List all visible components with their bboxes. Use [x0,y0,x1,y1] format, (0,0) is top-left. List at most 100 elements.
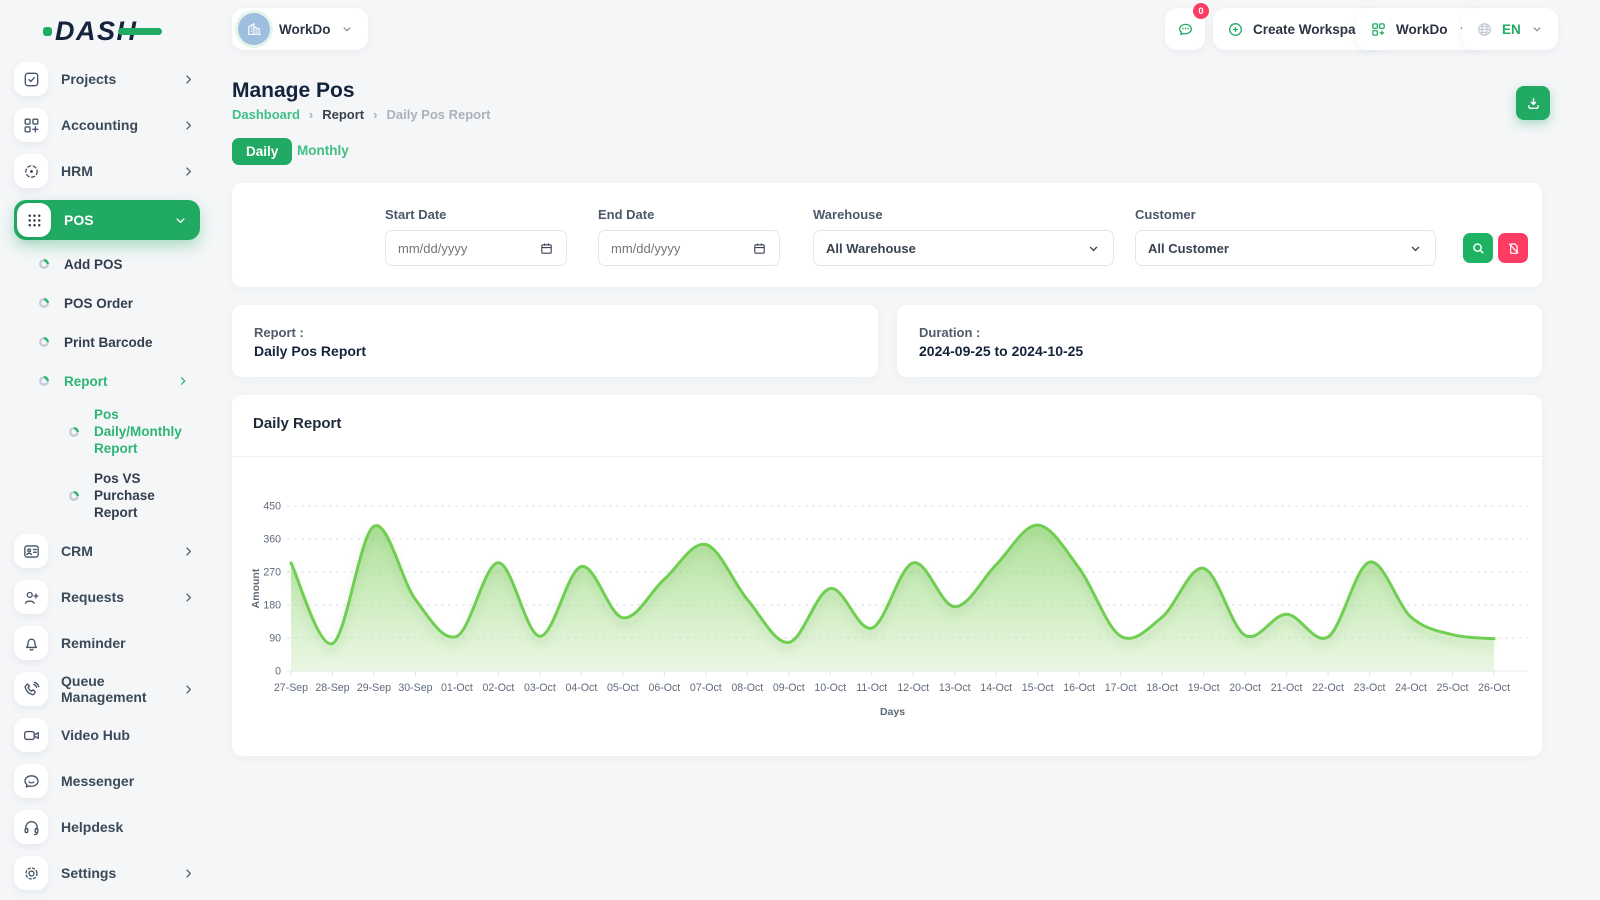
chat-icon [22,772,41,791]
export-download-button[interactable] [1516,86,1550,120]
sidebar-subitem-label: Pos VS Purchase Report [94,470,200,521]
sidebar-item-accounting[interactable]: Accounting [14,108,200,142]
sidebar-item-reminder[interactable]: Reminder [14,626,200,660]
start-date-input-wrap[interactable] [385,230,567,266]
search-button[interactable] [1463,233,1493,263]
chevron-down-icon [1530,22,1544,36]
chevron-right-icon [181,164,196,179]
sidebar-item-messenger[interactable]: Messenger [14,764,200,798]
warehouse-label: Warehouse [813,207,883,222]
chevron-down-icon [340,22,354,36]
x-tick-label: 04-Oct [565,682,597,694]
breadcrumb: Dashboard › Report › Daily Pos Report [232,107,491,122]
x-tick-label: 11-Oct [856,682,887,694]
x-tick-label: 08-Oct [731,682,763,694]
sidebar-item-label: Projects [61,71,181,87]
chevron-right-icon [181,544,196,559]
end-date-input-wrap[interactable] [598,230,780,266]
x-tick-label: 05-Oct [607,682,639,694]
tab-monthly[interactable]: Monthly [297,143,349,158]
donut-bullet-icon [38,336,50,348]
x-tick-label: 25-Oct [1437,682,1469,694]
x-tick-label: 10-Oct [814,682,846,694]
y-tick-label: 360 [263,534,281,546]
y-tick-label: 270 [263,567,281,579]
calendar-icon[interactable] [752,241,767,256]
x-tick-label: 26-Oct [1478,682,1510,694]
report-submenu: Pos Daily/Monthly Report Pos VS Purchase… [38,406,200,521]
gear-icon [22,864,41,883]
sidebar-subitem-report[interactable]: Report [38,367,200,395]
sidebar-item-crm[interactable]: CRM [14,534,200,568]
y-tick-label: 180 [263,600,281,612]
duration-label: Duration : [919,325,980,340]
divider [232,456,1542,457]
x-tick-label: 13-Oct [939,682,971,694]
tab-daily[interactable]: Daily [232,138,292,165]
sidebar-subitem-add-pos[interactable]: Add POS [38,250,200,278]
sidebar-item-settings[interactable]: Settings [14,856,200,890]
sidebar-item-hrm[interactable]: HRM [14,154,200,188]
x-tick-label: 17-Oct [1105,682,1137,694]
warehouse-select[interactable]: All Warehouse [813,230,1114,266]
sidebar-subitem-label: Report [64,373,108,390]
breadcrumb-report-link[interactable]: Report [322,107,364,122]
language-selector[interactable]: EN [1462,8,1558,50]
sidebar-item-label: HRM [61,163,181,179]
messages-count-badge: 0 [1193,3,1209,19]
sidebar-item-requests[interactable]: Requests [14,580,200,614]
sidebar-subitem-label: Add POS [64,256,123,273]
chevron-down-icon [173,213,188,228]
sidebar-item-video-hub[interactable]: Video Hub [14,718,200,752]
sidebar-item-pos[interactable]: POS [14,200,200,240]
breadcrumb-separator: › [309,107,313,122]
duration-summary-card: Duration : 2024-09-25 to 2024-10-25 [897,305,1542,377]
phone-waves-icon [22,680,41,699]
brand-logo[interactable]: DASH [55,16,138,47]
sidebar-item-projects[interactable]: Projects [14,62,200,96]
x-tick-label: 15-Oct [1022,682,1054,694]
end-date-input[interactable] [611,241,752,256]
x-tick-label: 18-Oct [1146,682,1178,694]
breadcrumb-dashboard-link[interactable]: Dashboard [232,107,300,122]
logo-bar-accent [118,28,162,35]
donut-bullet-icon [68,426,80,438]
app-root: DASH WorkDo 0 Create Workspace WorkDo EN… [0,0,1600,900]
chevron-right-icon [181,72,196,87]
messages-button[interactable]: 0 [1165,8,1205,50]
logo-dot-accent [43,27,52,36]
breadcrumb-current: Daily Pos Report [386,107,490,122]
dots-grid-icon [25,211,44,230]
x-tick-label: 14-Oct [980,682,1012,694]
start-date-input[interactable] [398,241,539,256]
sidebar-subitem-pos-vs-purchase-report[interactable]: Pos VS Purchase Report [68,470,200,521]
x-tick-label: 16-Oct [1063,682,1095,694]
chevron-right-icon [181,118,196,133]
chevron-down-icon [1086,241,1101,256]
pos-submenu: Add POS POS Order Print Barcode Report P… [14,250,200,521]
sidebar-item-queue-management[interactable]: Queue Management [14,672,200,706]
workspace-avatar [238,13,270,45]
report-value: Daily Pos Report [254,343,366,359]
x-tick-label: 21-Oct [1271,682,1303,694]
workspace-chip[interactable]: WorkDo [232,8,368,50]
sidebar-item-helpdesk[interactable]: Helpdesk [14,810,200,844]
x-axis-title: Days [880,706,905,718]
sidebar-subitem-pos-daily-monthly-report[interactable]: Pos Daily/Monthly Report [68,406,200,457]
file-off-icon [1506,241,1521,256]
start-date-label: Start Date [385,207,446,222]
id-card-icon [22,542,41,561]
sidebar-subitem-pos-order[interactable]: POS Order [38,289,200,317]
brand-logo-text: DASH [55,16,138,47]
filter-card: Start Date End Date Warehouse All Wareho… [232,183,1542,287]
daily-report-card: Daily Report 09018027036045027-Sep28-Sep… [232,395,1542,756]
customer-select[interactable]: All Customer [1135,230,1436,266]
sidebar-item-label: Helpdesk [61,819,200,835]
calendar-icon[interactable] [539,241,554,256]
page-title: Manage Pos [232,79,355,103]
reset-filter-button[interactable] [1498,233,1528,263]
x-tick-label: 03-Oct [524,682,556,694]
chevron-down-icon [1408,241,1423,256]
sidebar-subitem-print-barcode[interactable]: Print Barcode [38,328,200,356]
y-tick-label: 0 [275,666,281,678]
